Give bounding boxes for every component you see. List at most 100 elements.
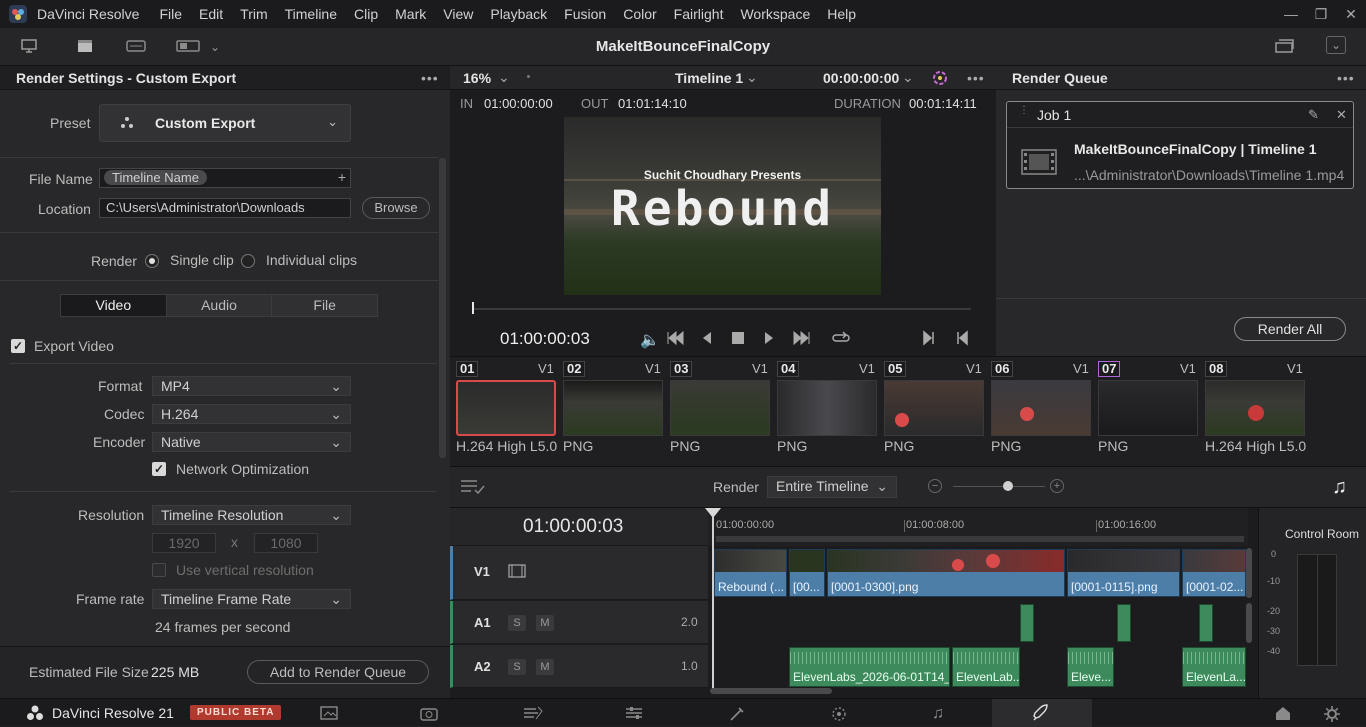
collapse-toolbar-icon[interactable]: ⌄ xyxy=(1326,36,1346,54)
track-header-a1[interactable]: A1 S M 2.0 xyxy=(450,601,708,644)
preset-dropdown[interactable]: Custom Export ⌄ xyxy=(99,104,351,142)
audio-clip[interactable]: ElevenLa... xyxy=(1182,647,1246,687)
settings-gear-icon[interactable] xyxy=(1323,705,1341,723)
resolution-dropdown[interactable]: Timeline Resolution ⌄ xyxy=(152,505,351,525)
settings-scrollbar[interactable] xyxy=(439,158,446,458)
menu-edit[interactable]: Edit xyxy=(199,6,223,22)
menu-fairlight[interactable]: Fairlight xyxy=(674,6,724,22)
video-clip[interactable]: Rebound (... xyxy=(714,549,787,597)
menu-help[interactable]: Help xyxy=(827,6,856,22)
drag-handle-icon[interactable]: ⋮ xyxy=(1019,105,1029,116)
scrubber-bar[interactable] xyxy=(473,308,971,310)
clip-thumbnail[interactable] xyxy=(563,380,663,436)
zoom-in-icon[interactable]: + xyxy=(1050,479,1064,493)
viewer-timeline-name[interactable]: Timeline 1 xyxy=(675,70,743,86)
codec-dropdown[interactable]: H.264 ⌄ xyxy=(152,404,351,424)
minimize-icon[interactable]: — xyxy=(1276,0,1306,28)
media-page-icon[interactable] xyxy=(320,705,338,721)
chevron-down-icon[interactable]: ⌄ xyxy=(498,69,510,86)
timeline-ruler[interactable]: 01:00:00:00 01:00:08:00 01:00:16:00 xyxy=(708,508,1248,546)
tab-video[interactable]: Video xyxy=(61,295,167,316)
clip-thumbnail[interactable] xyxy=(777,380,877,436)
app-name-menu[interactable]: DaVinci Resolve xyxy=(37,6,139,22)
clip-thumbnail[interactable] xyxy=(884,380,984,436)
format-dropdown[interactable]: MP4 ⌄ xyxy=(152,376,351,396)
timeline-view-options-icon[interactable] xyxy=(460,478,486,496)
color-page-icon[interactable] xyxy=(728,705,746,723)
menu-color[interactable]: Color xyxy=(623,6,656,22)
render-queue-options-icon[interactable]: ••• xyxy=(1337,70,1355,86)
clip-thumbnail[interactable] xyxy=(456,380,556,436)
network-optimization-checkbox[interactable]: ✓ xyxy=(152,462,166,476)
render-job-card[interactable]: ⋮ Job 1 ✎ ✕ MakeItBounceFinalCopy | Time… xyxy=(1006,101,1354,189)
color-picker-icon[interactable] xyxy=(931,69,949,87)
play-icon[interactable] xyxy=(763,330,775,346)
encoder-dropdown[interactable]: Native ⌄ xyxy=(152,432,351,452)
loop-icon[interactable] xyxy=(831,329,851,347)
deliver-page-tab[interactable] xyxy=(992,699,1092,727)
video-clip[interactable]: [0001-0115].png xyxy=(1067,549,1180,597)
timeline-horizontal-scrollbar[interactable] xyxy=(710,688,832,694)
next-clip-icon[interactable] xyxy=(922,330,936,346)
zoom-out-icon[interactable]: − xyxy=(928,479,942,493)
play-reverse-icon[interactable] xyxy=(701,330,713,346)
close-window-icon[interactable]: ✕ xyxy=(1336,0,1366,28)
render-range-dropdown[interactable]: Entire Timeline ⌄ xyxy=(767,476,897,498)
viewer-options-icon[interactable]: ••• xyxy=(967,70,985,86)
audio-clip-small[interactable] xyxy=(1117,604,1131,642)
viewer-timecode[interactable]: 00:00:00:00 xyxy=(823,70,899,86)
edit-pencil-icon[interactable]: ✎ xyxy=(1308,107,1319,123)
track-header-v1[interactable]: V1 xyxy=(450,546,708,600)
skip-to-end-icon[interactable] xyxy=(792,330,812,346)
menu-mark[interactable]: Mark xyxy=(395,6,426,22)
render-settings-options-icon[interactable]: ••• xyxy=(421,70,439,86)
individual-clips-label[interactable]: Individual clips xyxy=(266,252,357,268)
film-strip-icon[interactable] xyxy=(508,564,526,578)
zoom-slider-handle[interactable] xyxy=(1003,481,1013,491)
music-page-icon[interactable]: ♫ xyxy=(932,705,944,723)
timeline-vertical-scrollbar[interactable] xyxy=(1246,603,1252,643)
restore-icon[interactable]: ❐ xyxy=(1306,0,1336,28)
menu-timeline[interactable]: Timeline xyxy=(285,6,337,22)
track-header-a2[interactable]: A2 S M 1.0 xyxy=(450,645,708,688)
stack-icon[interactable] xyxy=(1274,38,1296,54)
location-field[interactable]: C:\Users\Administrator\Downloads xyxy=(99,198,351,218)
menu-trim[interactable]: Trim xyxy=(240,6,267,22)
solo-button-a2[interactable]: S xyxy=(508,659,526,675)
tab-file[interactable]: File xyxy=(272,295,378,316)
zoom-value[interactable]: 16% xyxy=(463,70,491,86)
audio-clip[interactable]: ElevenLab... xyxy=(952,647,1020,687)
individual-clips-radio[interactable] xyxy=(241,254,255,268)
edit-page-icon[interactable] xyxy=(522,705,544,721)
deliver-rocket-icon[interactable] xyxy=(1032,704,1050,722)
menu-clip[interactable]: Clip xyxy=(354,6,378,22)
export-video-checkbox[interactable]: ✓ xyxy=(11,339,25,353)
video-clip[interactable]: [0001-0300].png xyxy=(827,549,1065,597)
zoom-slider-track[interactable] xyxy=(953,486,1045,487)
menu-file[interactable]: File xyxy=(159,6,182,22)
render-all-button[interactable]: Render All xyxy=(1234,317,1346,341)
stop-icon[interactable] xyxy=(731,331,745,345)
video-clip[interactable]: [00... xyxy=(789,549,825,597)
audio-clip-small[interactable] xyxy=(1020,604,1034,642)
tab-audio[interactable]: Audio xyxy=(166,295,273,316)
menu-fusion[interactable]: Fusion xyxy=(564,6,606,22)
previous-clip-icon[interactable] xyxy=(955,330,969,346)
clip-thumbnail[interactable] xyxy=(991,380,1091,436)
add-token-icon[interactable]: + xyxy=(338,169,346,185)
mute-button-a2[interactable]: M xyxy=(536,659,554,675)
timeline-name-token[interactable]: Timeline Name xyxy=(104,170,207,185)
menu-view[interactable]: View xyxy=(443,6,473,22)
menu-playback[interactable]: Playback xyxy=(490,6,547,22)
home-icon[interactable] xyxy=(1274,705,1292,721)
timeline-vertical-scrollbar[interactable] xyxy=(1246,548,1252,598)
browse-button[interactable]: Browse xyxy=(362,197,430,219)
skip-to-start-icon[interactable] xyxy=(665,330,685,346)
chevron-down-icon[interactable]: ⌄ xyxy=(902,69,914,86)
frame-rate-dropdown[interactable]: Timeline Frame Rate ⌄ xyxy=(152,589,351,609)
single-clip-radio[interactable] xyxy=(145,254,159,268)
solo-button-a1[interactable]: S xyxy=(508,615,526,631)
mute-button-a1[interactable]: M xyxy=(536,615,554,631)
music-note-icon[interactable]: ♫ xyxy=(1332,476,1347,499)
playhead-line[interactable] xyxy=(712,516,714,690)
